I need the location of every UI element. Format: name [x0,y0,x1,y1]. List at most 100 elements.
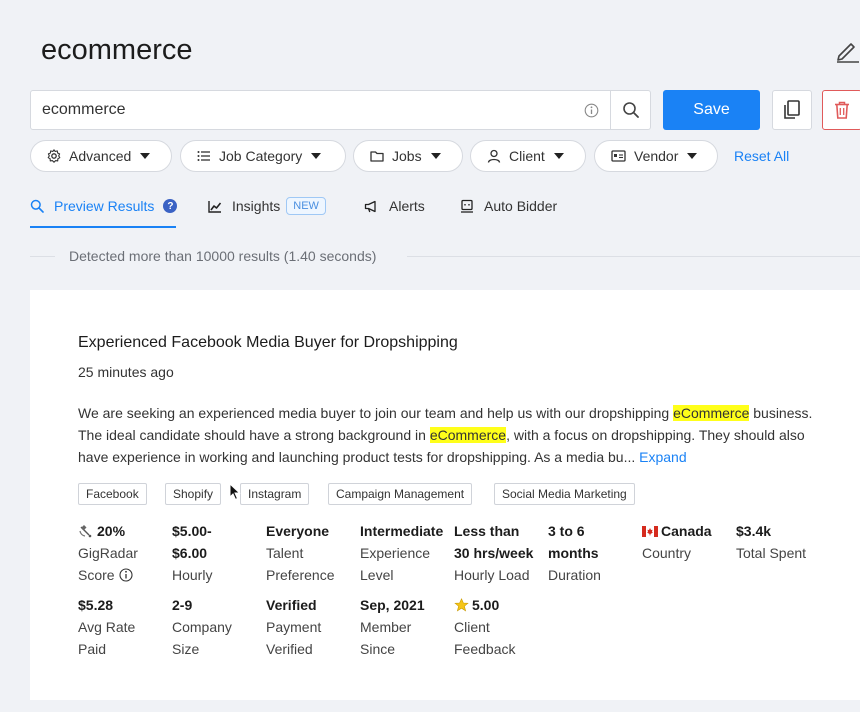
search-field [30,90,611,130]
search-input[interactable] [42,91,572,129]
stat-value: months [548,545,599,561]
stat-label: Avg Rate [78,619,136,635]
divider [30,256,55,257]
filter-label: Jobs [392,148,422,164]
trash-icon [835,101,849,119]
filter-jobs[interactable]: Jobs [353,140,463,172]
filter-label: Job Category [219,148,303,164]
stat-label: Preference [266,567,335,583]
caret-down-icon [311,153,322,159]
stat-value: Less than [454,523,520,539]
stat-payment-verified: Verified Payment Verified [266,594,321,660]
stat-value: 20% [97,523,126,539]
megaphone-icon [364,200,376,212]
stat-label: Member [360,619,412,635]
job-card: Experienced Facebook Media Buyer for Dro… [30,290,860,700]
folder-icon [370,151,384,162]
filter-client[interactable]: Client [470,140,586,172]
page-title: ecommerce [41,34,193,66]
stat-value: Everyone [266,523,330,539]
tab-preview-results[interactable]: Preview Results ? [30,196,178,216]
stat-value: $5.28 [78,597,114,613]
stat-duration: 3 to 6 months Duration [548,520,601,586]
stat-label: Feedback [454,641,516,657]
skill-tag[interactable]: Instagram [240,483,310,505]
stat-label: GigRadar [78,545,138,561]
skill-tag[interactable]: Social Media Marketing [494,483,635,505]
active-tab-indicator [30,226,176,228]
help-icon[interactable]: ? [163,199,178,213]
skill-tag[interactable]: Shopify [165,483,222,505]
user-icon [487,149,501,163]
keyword-highlight: eCommerce [429,427,507,443]
stat-label: Since [360,641,396,657]
stat-member-since: Sep, 2021 Member Since [360,594,425,660]
tab-auto-bidder[interactable]: Auto Bidder [460,196,557,216]
stat-value: Intermediate [360,523,444,539]
stat-value: Verified [266,597,317,613]
stat-experience-level: Intermediate Experience Level [360,520,443,586]
search-icon [622,102,639,118]
stat-label: Size [172,641,200,657]
expand-link[interactable]: Expand [635,449,687,465]
id-card-icon [611,150,626,162]
search-button[interactable] [611,90,651,130]
filter-label: Advanced [69,148,132,164]
stat-label: Verified [266,641,313,657]
caret-down-icon [687,153,698,159]
stat-label: Total Spent [736,545,807,561]
divider [407,256,860,257]
job-title[interactable]: Experienced Facebook Media Buyer for Dro… [78,334,458,352]
info-icon[interactable] [584,103,599,118]
stat-label: Company [172,619,232,635]
stat-value: $3.4k [736,523,772,539]
stat-hourly-rate: $5.00- $6.00 Hourly [172,520,212,586]
stat-country: Canada Country [642,520,712,564]
tab-label: Preview Results [54,198,155,214]
stat-label: Hourly [172,567,213,583]
tab-label: Insights [232,198,281,214]
new-badge: NEW [286,197,326,215]
stat-label: Payment [266,619,322,635]
stat-total-spent: $3.4k Total Spent [736,520,806,564]
skill-tag[interactable]: Facebook [78,483,147,505]
delete-button[interactable] [822,90,860,130]
filter-label: Client [509,148,545,164]
filter-job-category[interactable]: Job Category [180,140,346,172]
stat-hourly-load: Less than 30 hrs/week Hourly Load [454,520,533,586]
stat-value: $6.00 [172,545,208,561]
skill-tag[interactable]: Campaign Management [328,483,473,505]
desc-text: We are seeking an experienced media buye… [78,405,674,421]
mouse-cursor-icon [229,483,241,501]
gear-icon [47,149,61,163]
tab-label: Auto Bidder [484,198,558,214]
pencil-icon[interactable] [834,37,860,63]
info-icon[interactable] [119,568,133,582]
tab-insights[interactable]: Insights NEW [208,196,326,216]
stat-value: 2-9 [172,597,193,613]
tab-label: Alerts [389,198,425,214]
keyword-highlight: eCommerce [673,405,750,421]
bot-icon [461,199,473,213]
copy-icon [784,100,800,119]
save-button[interactable]: Save [663,90,760,130]
stat-value: 3 to 6 [548,523,585,539]
copy-button[interactable] [772,90,812,130]
filter-vendor[interactable]: Vendor [594,140,718,172]
caret-down-icon [553,153,564,159]
stat-value: Canada [661,523,712,539]
filter-label: Vendor [634,148,679,164]
filter-advanced[interactable]: Advanced [30,140,172,172]
chart-icon [208,200,222,213]
stat-value: $5.00- [172,523,212,539]
stat-label: Score [78,567,115,583]
tab-alerts[interactable]: Alerts [364,196,425,216]
stat-label: Client [454,619,490,635]
stat-client-feedback: 5.00 Client Feedback [454,594,515,660]
reset-all-link[interactable]: Reset All [734,148,789,164]
stat-value: Sep, 2021 [360,597,425,613]
stat-label: Experience [360,545,431,561]
caret-down-icon [430,153,441,159]
stat-gigradar-score: 20% GigRadar Score [78,520,138,586]
star-icon [454,598,469,612]
